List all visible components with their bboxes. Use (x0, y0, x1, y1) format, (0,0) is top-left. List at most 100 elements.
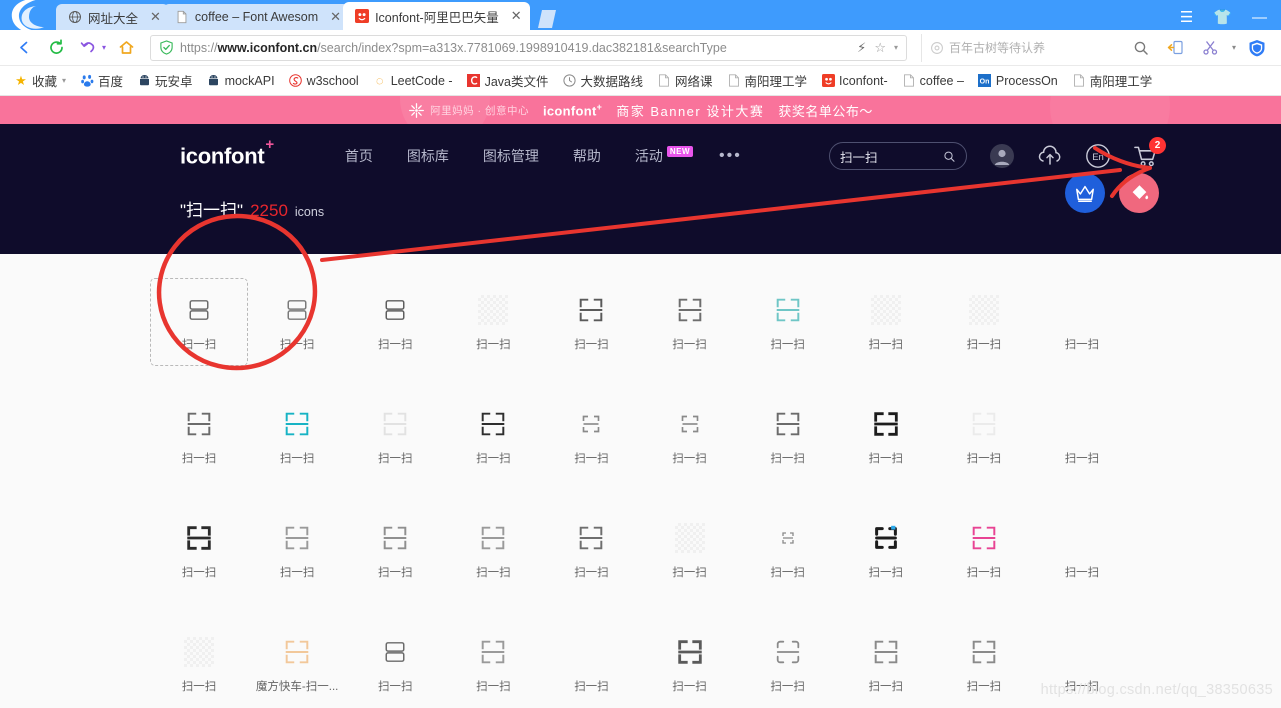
nav-item-activity[interactable]: 活动 NEW (635, 145, 693, 166)
skin-icon[interactable]: 👕 (1213, 10, 1232, 25)
icon-card[interactable]: 扫一扫 (1033, 278, 1131, 366)
icon-card[interactable]: 扫一扫 (346, 620, 444, 708)
browser-tab-1[interactable]: coffee – Font Awesom ✕ (162, 4, 350, 30)
icon-card[interactable]: 扫一扫 (150, 506, 248, 594)
icon-card[interactable]: 扫一扫 (248, 506, 346, 594)
icon-card[interactable]: 扫一扫 (346, 392, 444, 480)
icon-card[interactable]: 扫一扫 (346, 506, 444, 594)
icon-card[interactable]: 扫一扫 (444, 278, 542, 366)
star-icon[interactable]: ☆ (874, 40, 886, 56)
icon-card[interactable]: 扫一扫 (150, 392, 248, 480)
icon-card[interactable]: 扫一扫 (444, 620, 542, 708)
browser-tab-2[interactable]: Iconfont-阿里巴巴矢量 ✕ (343, 2, 530, 30)
icon-card[interactable]: 扫一扫 (837, 278, 935, 366)
promo-banner[interactable]: 阿里妈妈 · 创意中心 iconfont+ 商家 Banner 设计大赛 获奖名… (0, 96, 1281, 124)
icon-card[interactable]: 扫一扫 (640, 620, 738, 708)
chevron-down-icon[interactable]: ▾ (894, 43, 898, 52)
upload-cloud-icon[interactable] (1037, 143, 1063, 169)
icon-card[interactable]: 扫一扫 (837, 506, 935, 594)
back-icon[interactable] (10, 34, 38, 62)
search-icon[interactable] (1127, 34, 1155, 62)
undo-icon[interactable] (74, 34, 102, 62)
icon-card[interactable]: 扫一扫 (837, 620, 935, 708)
nav-item-help[interactable]: 帮助 (573, 146, 601, 166)
mobile-icon[interactable] (1162, 34, 1190, 62)
mini-search[interactable]: 百年古树等待认养 (930, 39, 1120, 56)
nav-item-icon-manage[interactable]: 图标管理 (483, 146, 539, 166)
bookmark-w3school[interactable]: w3school (283, 72, 365, 90)
chevron-down-icon[interactable]: ▾ (1232, 43, 1236, 52)
icon-card[interactable]: 扫一扫 (935, 506, 1033, 594)
bookmark-favorites[interactable]: ★ 收藏 ▾ (8, 69, 72, 92)
cart-icon[interactable]: 2 (1133, 137, 1166, 169)
bookmark-coffee[interactable]: coffee – (896, 72, 970, 90)
bookmark-leetcode[interactable]: ◌ LeetCode - (367, 72, 459, 90)
icon-card[interactable]: 扫一扫 (640, 392, 738, 480)
icon-card[interactable]: 扫一扫 (542, 506, 640, 594)
menu-icon[interactable]: ☰ (1180, 10, 1193, 25)
search-icon[interactable] (943, 149, 956, 164)
address-bar[interactable]: https://www.iconfont.cn/search/index?spm… (150, 34, 907, 61)
tab-close-icon[interactable]: ✕ (511, 8, 522, 24)
icon-card[interactable]: 扫一扫 (346, 278, 444, 366)
home-icon[interactable] (112, 34, 140, 62)
icon-card[interactable]: 扫一扫 (444, 392, 542, 480)
icon-card[interactable]: 扫一扫 (739, 392, 837, 480)
guard-icon[interactable] (1243, 34, 1271, 62)
scissors-icon[interactable] (1197, 34, 1225, 62)
icon-card[interactable]: 扫一扫 (935, 278, 1033, 366)
icon-card[interactable]: 扫一扫 (248, 392, 346, 480)
icon-card[interactable]: 扫一扫 (935, 392, 1033, 480)
bookmark-processon[interactable]: On ProcessOn (972, 72, 1064, 90)
lightning-icon[interactable]: ⚡ (857, 40, 866, 56)
nav-item-home[interactable]: 首页 (345, 146, 373, 166)
browser-tab-0[interactable]: 网址大全 ✕ (56, 4, 169, 30)
icon-card[interactable]: 扫一扫 (150, 620, 248, 708)
bookmark-java[interactable]: Java类文件 (461, 69, 555, 92)
search-input[interactable] (840, 149, 938, 163)
chevron-down-icon[interactable]: ▾ (62, 76, 66, 85)
icon-card[interactable]: 扫一扫 (444, 506, 542, 594)
tab-close-icon[interactable]: ✕ (330, 9, 341, 25)
icon-card[interactable]: 扫一扫 (1033, 392, 1131, 480)
bookmark-label: coffee – (919, 73, 964, 88)
icon-card[interactable]: 扫一扫 (1033, 506, 1131, 594)
icon-card[interactable]: 扫一扫 (935, 620, 1033, 708)
bookmark-iconfont[interactable]: Iconfont- (815, 72, 894, 90)
icon-card[interactable]: 扫一扫 (837, 392, 935, 480)
icon-card[interactable]: 扫一扫 (739, 620, 837, 708)
minimize-icon[interactable]: — (1252, 10, 1267, 25)
site-brand[interactable]: iconfont+ (180, 136, 274, 169)
icon-card[interactable]: 扫一扫 (542, 620, 640, 708)
bookmark-nylg-1[interactable]: 南阳理工学 (721, 69, 814, 92)
color-picker-button[interactable] (1119, 173, 1159, 213)
bookmark-baidu[interactable]: 百度 (74, 69, 129, 92)
icon-card[interactable]: 扫一扫 (640, 506, 738, 594)
icon-label: 扫一扫 (377, 681, 413, 693)
avatar-icon[interactable] (989, 143, 1015, 169)
icon-card[interactable]: 魔方快车-扫一... (248, 620, 346, 708)
icon-card[interactable]: 扫一扫 (150, 278, 249, 366)
icon-card[interactable]: 扫一扫 (542, 278, 640, 366)
bookmark-mockapi[interactable]: mockAPI (201, 72, 281, 90)
nav-item-icon-library[interactable]: 图标库 (407, 146, 449, 166)
vip-crown-button[interactable] (1065, 173, 1105, 213)
tab-close-icon[interactable]: ✕ (150, 9, 161, 25)
icon-card[interactable]: 扫一扫 (248, 278, 346, 366)
omnibox-search[interactable]: 百年古树等待认养 ▾ (920, 33, 1271, 62)
bookmark-android[interactable]: 玩安卓 (131, 69, 199, 92)
new-tab-button[interactable] (534, 4, 560, 30)
icon-card[interactable]: 扫一扫 (640, 278, 738, 366)
language-en-icon[interactable]: En (1085, 143, 1111, 169)
nav-more-button[interactable]: ••• (719, 147, 742, 165)
icon-card[interactable]: 扫一扫 (739, 278, 837, 366)
site-search-box[interactable] (829, 142, 967, 170)
chevron-down-icon[interactable]: ▾ (102, 43, 106, 52)
bookmark-wangluoke[interactable]: 网络课 (651, 69, 719, 92)
icon-card[interactable]: 扫一扫 (739, 506, 837, 594)
icon-card[interactable]: 扫一扫 (542, 392, 640, 480)
bookmark-bigdata[interactable]: 大数据路线 (556, 69, 649, 92)
reload-icon[interactable] (42, 34, 70, 62)
promo-cta[interactable]: 获奖名单公布～ (778, 101, 873, 120)
bookmark-nylg-2[interactable]: 南阳理工学 (1066, 69, 1159, 92)
